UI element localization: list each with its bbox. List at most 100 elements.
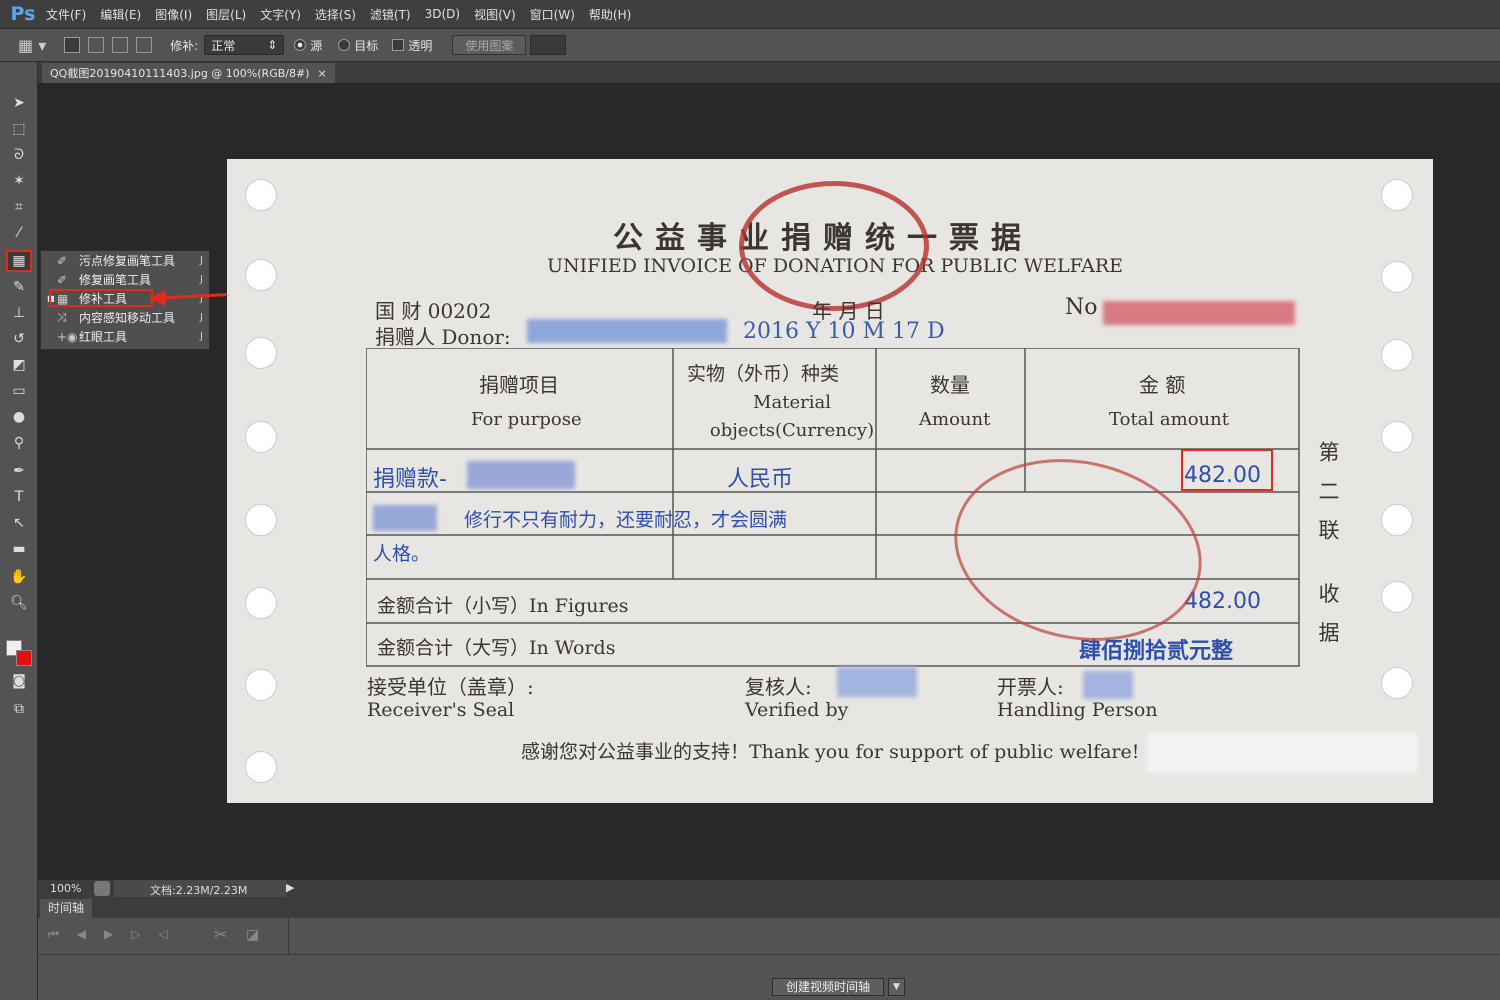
create-video-timeline-button[interactable]: 创建视频时间轴: [772, 978, 884, 996]
screen-mode-icon[interactable]: ⧉: [6, 698, 32, 720]
path-select-icon[interactable]: ↖: [6, 512, 32, 534]
flyout-item-red-eye[interactable]: +◉ 红眼工具 J: [57, 327, 207, 346]
transition-icon[interactable]: ◪: [246, 927, 259, 943]
patch-label: 修补:: [170, 38, 199, 53]
menu-layer[interactable]: 图层(L): [206, 6, 246, 23]
eraser-icon[interactable]: ◩: [6, 354, 32, 376]
pattern-picker[interactable]: [530, 35, 567, 55]
verifier-label-en: Verified by: [745, 699, 849, 721]
magic-wand-icon[interactable]: ✶: [6, 170, 32, 192]
blur-tool-icon[interactable]: ●: [6, 406, 32, 428]
status-bar: 100% 文档:2.23M/2.23M ▶: [38, 880, 1500, 897]
shortcut: J: [200, 312, 203, 323]
amount-highlight-box: [1181, 449, 1273, 491]
red-eye-icon: +◉: [57, 329, 78, 344]
menu-select[interactable]: 选择(S): [315, 6, 356, 23]
menu-view[interactable]: 视图(V): [474, 6, 516, 23]
zoom-tool-icon[interactable]: 🔍︎: [6, 592, 32, 614]
use-pattern-button[interactable]: 使用图案: [452, 35, 527, 55]
background-color-swatch[interactable]: [16, 650, 32, 666]
options-bar: ▦ ▾ 修补: 正常 ⇕ 源 目标 透明 使用图案: [0, 28, 1500, 62]
hand-tool-icon[interactable]: ✋: [6, 566, 32, 588]
clone-stamp-icon[interactable]: ⊥: [6, 302, 32, 324]
in-figures-label: 金额合计（小写）In Figures: [377, 595, 629, 617]
timeline-dropdown-icon[interactable]: ▼: [888, 978, 905, 996]
type-tool-icon[interactable]: T: [6, 486, 32, 508]
eyedropper-icon[interactable]: ⁄: [6, 222, 32, 244]
move-tool-icon[interactable]: ➤: [6, 92, 32, 114]
receiver-label-cn: 接受单位（盖章）:: [367, 675, 534, 699]
flyout-item-content-aware-move[interactable]: ⤨ 内容感知移动工具 J: [57, 308, 207, 327]
gradient-icon[interactable]: ▭: [6, 380, 32, 402]
tools-panel: ➤ ⬚ ᘐ ✶ ⌗ ⁄ ▦ ✎ ⊥ ↺ ◩ ▭ ● ⚲ ✒ T ↖ ▬ ✋ 🔍︎…: [0, 62, 38, 1000]
flyout-item-spot-healing[interactable]: ✐ 污点修复画笔工具 J: [57, 251, 207, 270]
pen-tool-icon[interactable]: ✒: [6, 460, 32, 482]
zoom-level[interactable]: 100%: [50, 882, 81, 895]
playback-controls[interactable]: ⏮◀▶▷◁: [48, 927, 186, 942]
handler-label-cn: 开票人:: [997, 675, 1064, 699]
flyout-label: 污点修复画笔工具: [79, 254, 176, 268]
header-purpose-en: For purpose: [471, 409, 582, 430]
add-selection-icon[interactable]: [88, 37, 105, 53]
header-purpose-cn: 捐赠项目: [479, 373, 559, 397]
new-selection-icon[interactable]: [64, 37, 81, 53]
doc-size: 文档:2.23M/2.23M: [114, 880, 286, 897]
menu-filter[interactable]: 滤镜(T): [370, 6, 411, 23]
invoice-code: 国 财 00202: [375, 299, 492, 323]
tool-preset-icon[interactable]: ▦ ▾: [18, 36, 46, 55]
target-radio[interactable]: [338, 39, 351, 51]
marquee-tool-icon[interactable]: ⬚: [6, 118, 32, 140]
handler-label-en: Handling Person: [997, 699, 1158, 721]
timeline-panel: 时间轴 ⏮◀▶▷◁ ✂ ◪ 创建视频时间轴 ▼: [38, 897, 1500, 1000]
scissors-icon[interactable]: ✂: [214, 925, 227, 944]
updown-icon: ⇕: [267, 38, 278, 52]
in-figures-value: 482.00: [1184, 589, 1261, 614]
history-brush-icon[interactable]: ↺: [6, 328, 32, 350]
patch-mode-value: 正常: [211, 38, 236, 53]
copy-label: 第二联 收据: [1316, 441, 1340, 661]
invoice-image: 公益事业捐赠统一票据 UNIFIED INVOICE OF DONATION F…: [227, 159, 1433, 803]
intersect-selection-icon[interactable]: [136, 37, 153, 53]
remark-line-1: 修行不只有耐力，还要耐忍，才会圆满: [464, 509, 788, 531]
menu-type[interactable]: 文字(Y): [260, 6, 301, 23]
close-tab-icon[interactable]: ×: [317, 67, 326, 80]
quick-mask-icon[interactable]: ◙: [6, 670, 32, 692]
flyout-label: 红眼工具: [79, 330, 128, 344]
healing-brush-icon: ✐: [57, 272, 68, 287]
no-label: No: [1065, 295, 1098, 320]
menu-window[interactable]: 窗口(W): [530, 6, 575, 23]
status-menu-arrow-icon[interactable]: ▶: [286, 881, 294, 894]
donation-purpose: 捐赠款-: [373, 467, 447, 492]
menu-image[interactable]: 图像(I): [155, 6, 192, 23]
shortcut: J: [200, 331, 203, 342]
subtract-selection-icon[interactable]: [112, 37, 129, 53]
patch-tool-icon[interactable]: ▦: [6, 250, 32, 272]
share-icon[interactable]: [94, 881, 110, 896]
document-tab[interactable]: QQ截图20190410111403.jpg @ 100%(RGB/8#) ×: [42, 63, 335, 83]
source-label: 源: [310, 38, 323, 53]
menu-help[interactable]: 帮助(H): [589, 6, 631, 23]
crop-tool-icon[interactable]: ⌗: [6, 196, 32, 218]
header-quantity-cn: 数量: [930, 373, 970, 397]
transparent-checkbox[interactable]: [392, 39, 405, 51]
receiver-label-en: Receiver's Seal: [367, 699, 515, 721]
flyout-label: 内容感知移动工具: [79, 311, 176, 325]
menu-file[interactable]: 文件(F): [46, 6, 86, 23]
timeline-tab[interactable]: 时间轴: [40, 899, 93, 918]
menu-edit[interactable]: 编辑(E): [100, 6, 141, 23]
menu-bar: Ps 文件(F) 编辑(E) 图像(I) 图层(L) 文字(Y) 选择(S) 滤…: [0, 0, 1500, 28]
source-radio[interactable]: [294, 39, 307, 51]
brush-tool-icon[interactable]: ✎: [6, 276, 32, 298]
in-words-label: 金额合计（大写）In Words: [377, 637, 616, 659]
header-total-cn: 金 额: [1139, 373, 1186, 397]
donation-date: 2016 Y 10 M 17 D: [743, 319, 945, 344]
header-quantity-en: Amount: [919, 409, 991, 430]
header-total-en: Total amount: [1109, 409, 1229, 430]
lasso-tool-icon[interactable]: ᘐ: [6, 144, 32, 166]
dodge-tool-icon[interactable]: ⚲: [6, 432, 32, 454]
rectangle-tool-icon[interactable]: ▬: [6, 538, 32, 560]
document-title: QQ截图20190410111403.jpg @ 100%(RGB/8#): [50, 67, 310, 80]
patch-mode-select[interactable]: 正常 ⇕: [204, 35, 285, 55]
target-label: 目标: [354, 38, 379, 53]
menu-3d[interactable]: 3D(D): [425, 7, 460, 21]
